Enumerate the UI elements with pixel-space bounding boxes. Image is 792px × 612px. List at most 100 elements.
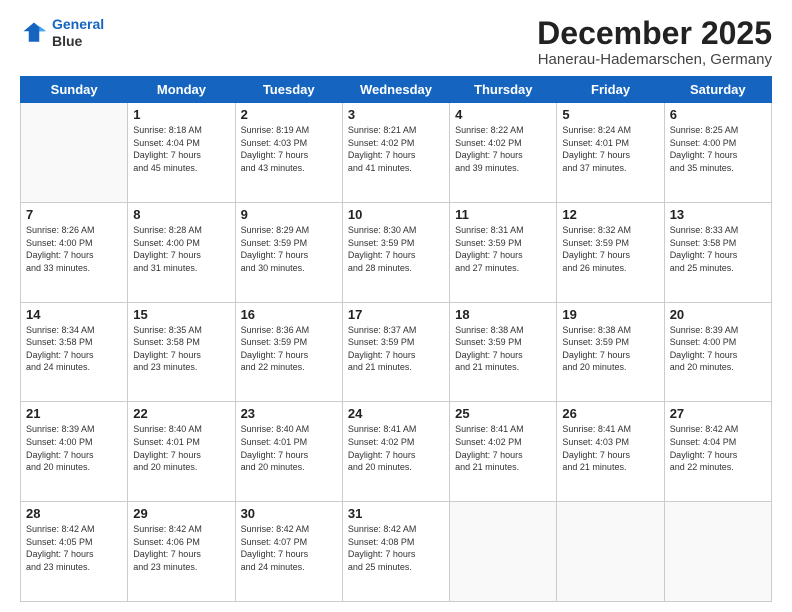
day-info: Sunrise: 8:32 AM Sunset: 3:59 PM Dayligh… <box>562 224 658 274</box>
day-number: 10 <box>348 207 444 222</box>
calendar-day-cell: 25Sunrise: 8:41 AM Sunset: 4:02 PM Dayli… <box>450 402 557 502</box>
calendar-day-cell: 20Sunrise: 8:39 AM Sunset: 4:00 PM Dayli… <box>664 302 771 402</box>
month-title: December 2025 <box>537 16 772 51</box>
calendar-day-cell <box>664 502 771 602</box>
day-number: 17 <box>348 307 444 322</box>
day-info: Sunrise: 8:38 AM Sunset: 3:59 PM Dayligh… <box>562 324 658 374</box>
day-info: Sunrise: 8:24 AM Sunset: 4:01 PM Dayligh… <box>562 124 658 174</box>
calendar-day-cell: 28Sunrise: 8:42 AM Sunset: 4:05 PM Dayli… <box>21 502 128 602</box>
day-info: Sunrise: 8:36 AM Sunset: 3:59 PM Dayligh… <box>241 324 337 374</box>
day-number: 5 <box>562 107 658 122</box>
calendar-day-cell: 4 Sunrise: 8:22 AM Sunset: 4:02 PM Daylig… <box>450 103 557 203</box>
calendar-table: SundayMondayTuesdayWednesdayThursdayFrid… <box>20 76 772 602</box>
calendar-week-row: 21 Sunrise: 8:39 AM Sunset: 4:00 PM Dayli… <box>21 402 772 502</box>
calendar-day-cell: 30 Sunrise: 8:42 AM Sunset: 4:07 PM Dayli… <box>235 502 342 602</box>
day-info: Sunrise: 8:21 AM Sunset: 4:02 PM Dayligh… <box>348 124 444 174</box>
day-number: 19 <box>562 307 658 322</box>
calendar-day-cell: 17Sunrise: 8:37 AM Sunset: 3:59 PM Dayli… <box>342 302 449 402</box>
day-number: 22 <box>133 406 229 421</box>
title-block: December 2025 Hanerau-Hademarschen, Germ… <box>537 16 772 68</box>
day-number: 14 <box>26 307 122 322</box>
day-number: 2 <box>241 107 337 122</box>
day-info: Sunrise: 8:25 AM Sunset: 4:00 PM Dayligh… <box>670 124 766 174</box>
calendar-day-cell: 26Sunrise: 8:41 AM Sunset: 4:03 PM Dayli… <box>557 402 664 502</box>
day-info: Sunrise: 8:40 AM Sunset: 4:01 PM Dayligh… <box>241 423 337 473</box>
day-number: 16 <box>241 307 337 322</box>
day-info: Sunrise: 8:18 AM Sunset: 4:04 PM Dayligh… <box>133 124 229 174</box>
calendar-day-cell: 14 Sunrise: 8:34 AM Sunset: 3:58 PM Dayli… <box>21 302 128 402</box>
logo: General Blue <box>20 16 104 50</box>
calendar-day-header: Saturday <box>664 77 771 103</box>
day-info: Sunrise: 8:42 AM Sunset: 4:06 PM Dayligh… <box>133 523 229 573</box>
logo-line1: General <box>52 16 104 32</box>
day-number: 9 <box>241 207 337 222</box>
logo-icon <box>20 19 48 47</box>
day-info: Sunrise: 8:38 AM Sunset: 3:59 PM Dayligh… <box>455 324 551 374</box>
calendar-day-header: Sunday <box>21 77 128 103</box>
day-number: 6 <box>670 107 766 122</box>
day-info: Sunrise: 8:34 AM Sunset: 3:58 PM Dayligh… <box>26 324 122 374</box>
calendar-day-cell: 23Sunrise: 8:40 AM Sunset: 4:01 PM Dayli… <box>235 402 342 502</box>
day-number: 21 <box>26 406 122 421</box>
day-info: Sunrise: 8:42 AM Sunset: 4:05 PM Dayligh… <box>26 523 122 573</box>
day-info: Sunrise: 8:41 AM Sunset: 4:02 PM Dayligh… <box>348 423 444 473</box>
logo-text: General Blue <box>52 16 104 50</box>
day-number: 20 <box>670 307 766 322</box>
calendar-day-cell: 7 Sunrise: 8:26 AM Sunset: 4:00 PM Daylig… <box>21 202 128 302</box>
day-info: Sunrise: 8:19 AM Sunset: 4:03 PM Dayligh… <box>241 124 337 174</box>
day-info: Sunrise: 8:42 AM Sunset: 4:08 PM Dayligh… <box>348 523 444 573</box>
calendar-day-cell: 16 Sunrise: 8:36 AM Sunset: 3:59 PM Dayli… <box>235 302 342 402</box>
calendar-day-cell: 10 Sunrise: 8:30 AM Sunset: 3:59 PM Dayli… <box>342 202 449 302</box>
day-number: 15 <box>133 307 229 322</box>
calendar-day-cell: 22 Sunrise: 8:40 AM Sunset: 4:01 PM Dayli… <box>128 402 235 502</box>
calendar-week-row: 7 Sunrise: 8:26 AM Sunset: 4:00 PM Daylig… <box>21 202 772 302</box>
calendar-day-cell: 19 Sunrise: 8:38 AM Sunset: 3:59 PM Dayli… <box>557 302 664 402</box>
day-number: 29 <box>133 506 229 521</box>
day-number: 26 <box>562 406 658 421</box>
day-number: 30 <box>241 506 337 521</box>
day-number: 24 <box>348 406 444 421</box>
day-number: 13 <box>670 207 766 222</box>
calendar-day-cell: 5 Sunrise: 8:24 AM Sunset: 4:01 PM Daylig… <box>557 103 664 203</box>
day-info: Sunrise: 8:28 AM Sunset: 4:00 PM Dayligh… <box>133 224 229 274</box>
day-info: Sunrise: 8:39 AM Sunset: 4:00 PM Dayligh… <box>26 423 122 473</box>
calendar-day-cell <box>21 103 128 203</box>
calendar-day-cell: 8Sunrise: 8:28 AM Sunset: 4:00 PM Daylig… <box>128 202 235 302</box>
calendar-header-row: SundayMondayTuesdayWednesdayThursdayFrid… <box>21 77 772 103</box>
calendar-week-row: 14 Sunrise: 8:34 AM Sunset: 3:58 PM Dayli… <box>21 302 772 402</box>
day-number: 1 <box>133 107 229 122</box>
day-info: Sunrise: 8:29 AM Sunset: 3:59 PM Dayligh… <box>241 224 337 274</box>
calendar-day-cell: 11Sunrise: 8:31 AM Sunset: 3:59 PM Dayli… <box>450 202 557 302</box>
day-number: 12 <box>562 207 658 222</box>
calendar-day-cell: 2 Sunrise: 8:19 AM Sunset: 4:03 PM Daylig… <box>235 103 342 203</box>
calendar-day-cell: 12 Sunrise: 8:32 AM Sunset: 3:59 PM Dayli… <box>557 202 664 302</box>
calendar-day-header: Wednesday <box>342 77 449 103</box>
day-number: 4 <box>455 107 551 122</box>
calendar-day-cell <box>557 502 664 602</box>
day-info: Sunrise: 8:35 AM Sunset: 3:58 PM Dayligh… <box>133 324 229 374</box>
calendar-day-cell: 6 Sunrise: 8:25 AM Sunset: 4:00 PM Daylig… <box>664 103 771 203</box>
calendar-day-header: Thursday <box>450 77 557 103</box>
calendar-day-header: Tuesday <box>235 77 342 103</box>
day-info: Sunrise: 8:42 AM Sunset: 4:07 PM Dayligh… <box>241 523 337 573</box>
calendar-day-header: Monday <box>128 77 235 103</box>
day-info: Sunrise: 8:30 AM Sunset: 3:59 PM Dayligh… <box>348 224 444 274</box>
calendar-day-cell <box>450 502 557 602</box>
page: General Blue December 2025 Hanerau-Hadem… <box>0 0 792 612</box>
calendar-day-cell: 21 Sunrise: 8:39 AM Sunset: 4:00 PM Dayli… <box>21 402 128 502</box>
day-number: 27 <box>670 406 766 421</box>
location: Hanerau-Hademarschen, Germany <box>537 51 772 68</box>
day-number: 18 <box>455 307 551 322</box>
calendar-day-cell: 31Sunrise: 8:42 AM Sunset: 4:08 PM Dayli… <box>342 502 449 602</box>
day-number: 11 <box>455 207 551 222</box>
day-info: Sunrise: 8:40 AM Sunset: 4:01 PM Dayligh… <box>133 423 229 473</box>
day-number: 7 <box>26 207 122 222</box>
day-info: Sunrise: 8:26 AM Sunset: 4:00 PM Dayligh… <box>26 224 122 274</box>
calendar-week-row: 28Sunrise: 8:42 AM Sunset: 4:05 PM Dayli… <box>21 502 772 602</box>
calendar-day-cell: 3 Sunrise: 8:21 AM Sunset: 4:02 PM Daylig… <box>342 103 449 203</box>
header: General Blue December 2025 Hanerau-Hadem… <box>20 16 772 68</box>
calendar-day-header: Friday <box>557 77 664 103</box>
day-number: 3 <box>348 107 444 122</box>
day-info: Sunrise: 8:22 AM Sunset: 4:02 PM Dayligh… <box>455 124 551 174</box>
calendar-day-cell: 24 Sunrise: 8:41 AM Sunset: 4:02 PM Dayli… <box>342 402 449 502</box>
